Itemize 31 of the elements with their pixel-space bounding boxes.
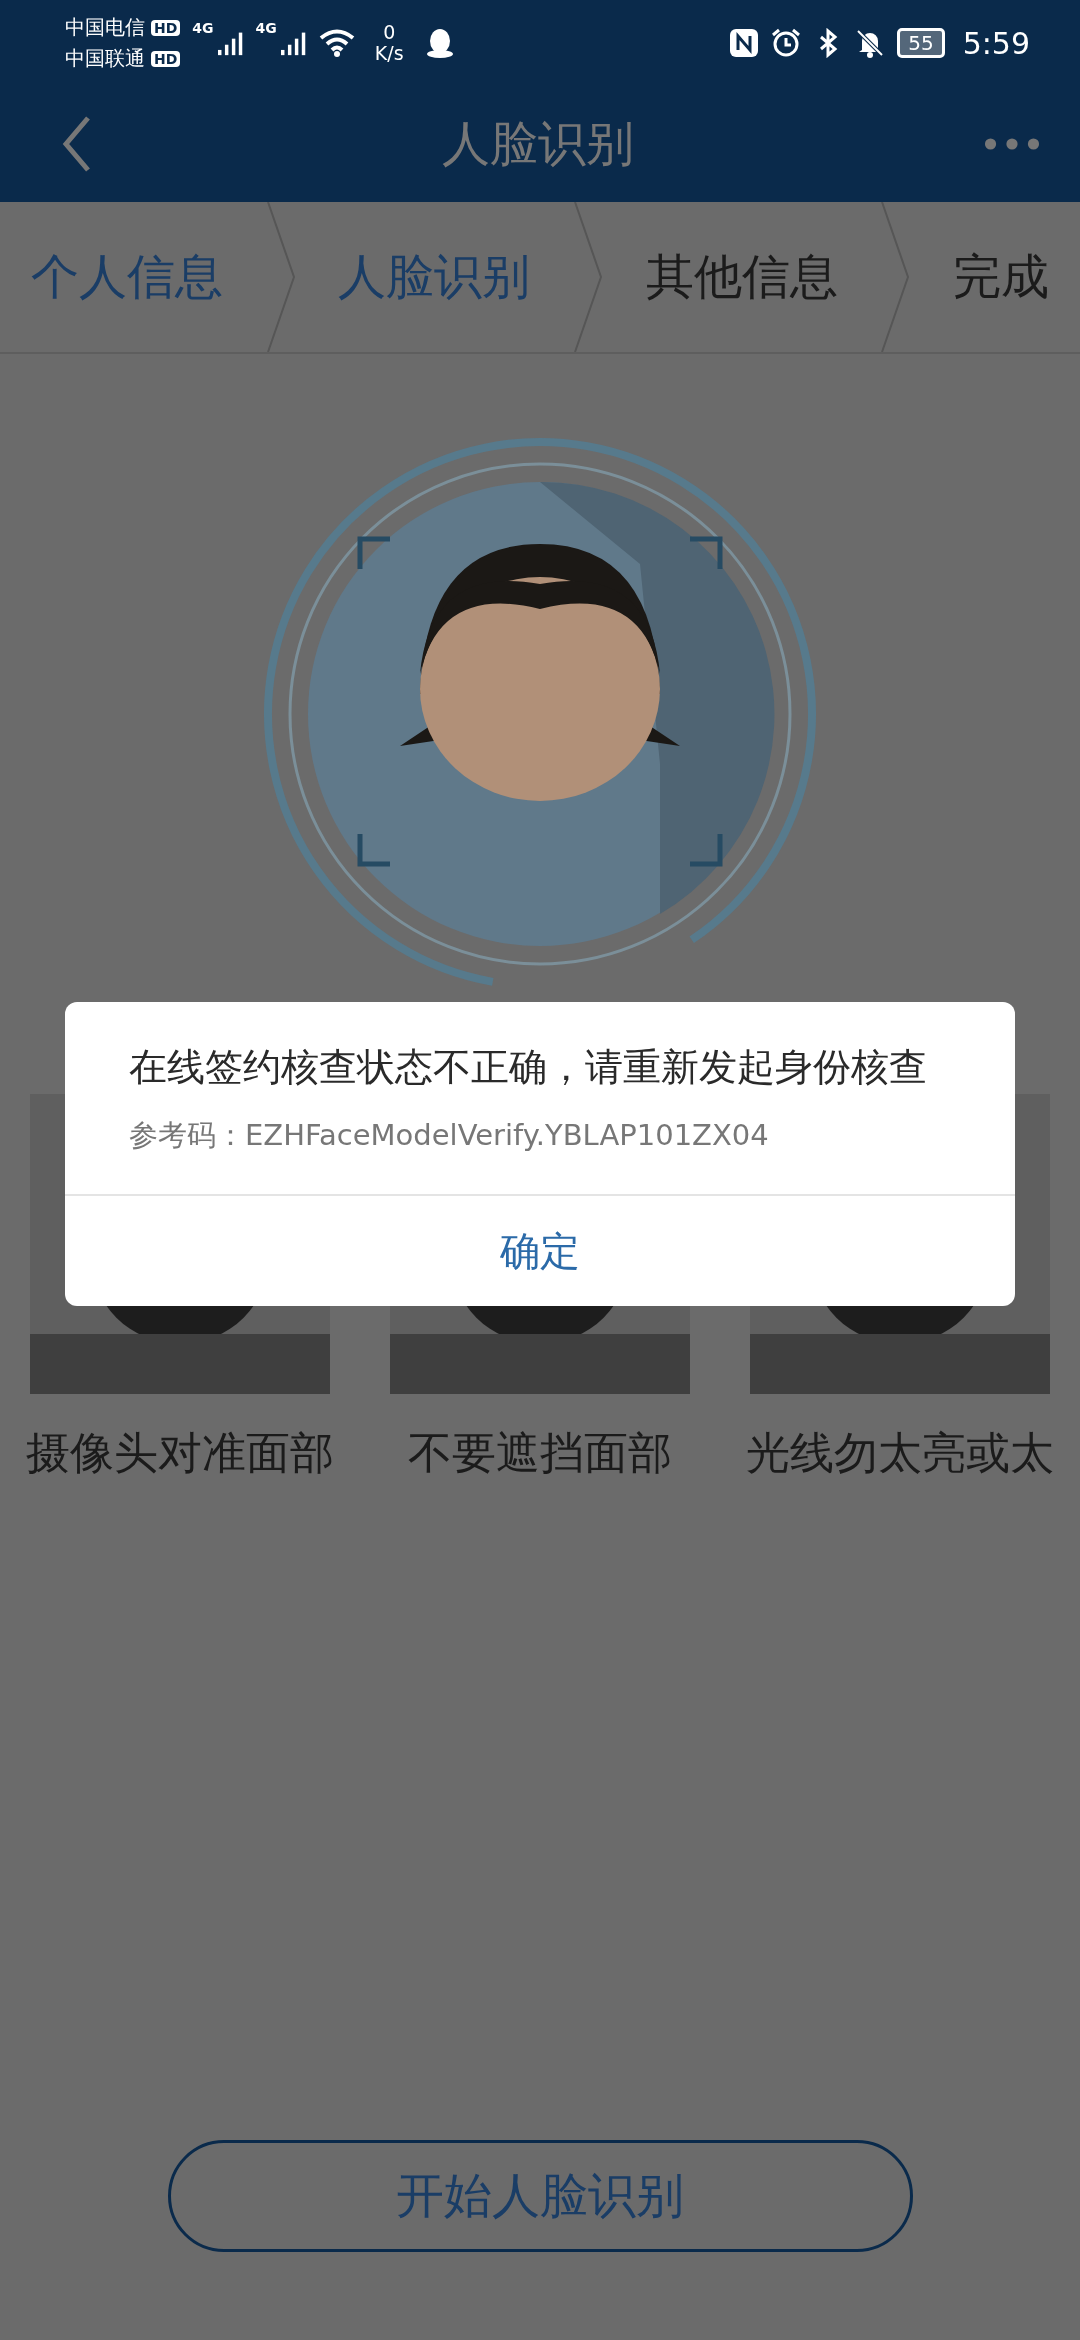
wifi-icon [318, 29, 355, 57]
reference-label: 参考码： [129, 1118, 245, 1152]
step-label: 个人信息 [31, 247, 224, 306]
network-type: 4G [255, 20, 277, 36]
penguin-icon [425, 27, 454, 59]
hd-badge: HD [151, 50, 181, 67]
muted-bell-icon [855, 28, 886, 58]
more-icon[interactable] [984, 137, 1040, 151]
step-label: 其他信息 [645, 247, 838, 306]
battery-level: 55 [908, 31, 934, 55]
signal-icon [217, 30, 244, 56]
back-icon[interactable] [62, 114, 92, 174]
screen-title: 人脸识别 [442, 114, 634, 173]
hd-badge: HD [151, 19, 181, 36]
alarm-icon [771, 28, 802, 58]
speed-unit: K/s [374, 43, 404, 64]
speed-value: 0 [383, 22, 396, 43]
reference-code: EZHFaceModelVerify.YBLAP101ZX04 [245, 1118, 769, 1152]
carrier-name: 中国电信 [65, 14, 145, 41]
ok-button[interactable]: 确定 [65, 1196, 1015, 1306]
step-label: 人脸识别 [338, 247, 531, 306]
clock: 5:59 [962, 25, 1030, 61]
tip-caption: 摄像头对准面部 [26, 1426, 334, 1480]
tip-caption: 光线勿太亮或太 [746, 1426, 1054, 1480]
nfc-icon [729, 28, 760, 58]
tip-caption: 不要遮挡面部 [408, 1426, 672, 1480]
step-label: 完成 [952, 247, 1049, 306]
dialog-message: 在线签约核查状态不正确，请重新发起身份核查 [129, 1044, 928, 1091]
network-type: 4G [192, 20, 214, 36]
carrier-name: 中国联通 [65, 45, 145, 72]
signal-icon [280, 30, 307, 56]
